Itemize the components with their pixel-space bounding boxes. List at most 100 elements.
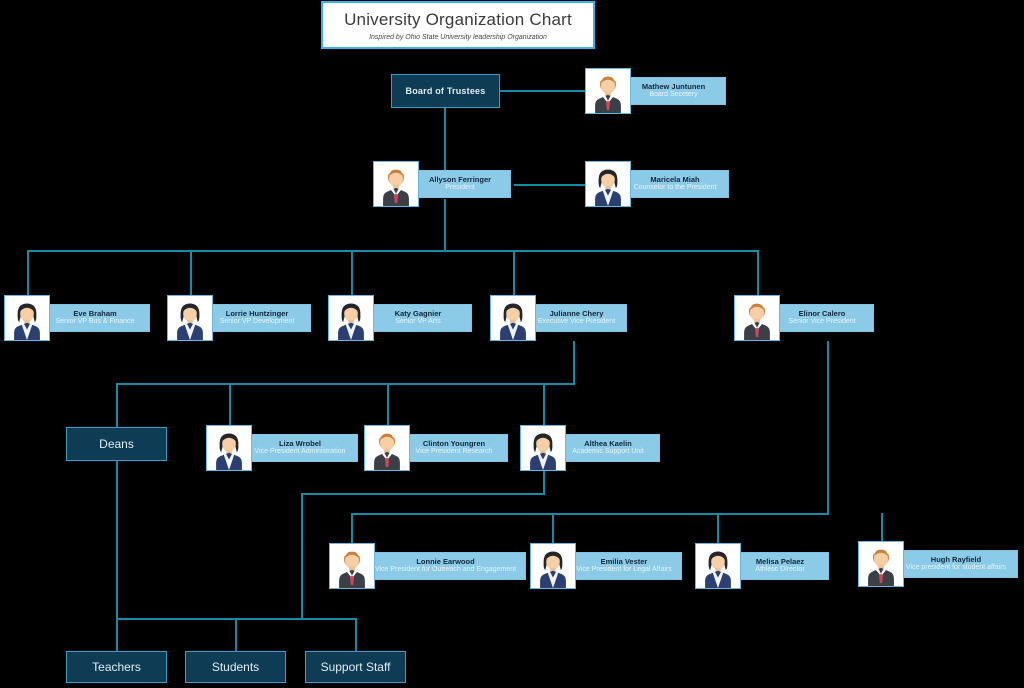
person-role: Vice President for Legal Affairs [576,566,672,574]
avatar-male-icon [373,161,419,207]
president-label: Allyson Ferringer President [409,170,511,198]
person-name: Emilia Vester [600,556,648,566]
avatar-female-icon [695,543,741,589]
connector-drop-vp-research [387,383,389,425]
node-support-staff[interactable]: Support Staff [305,651,406,683]
connector-trustees-secretary [500,90,586,92]
person-role: Athletic Director [755,566,805,574]
connector-outreach-column [301,493,303,619]
connector-drop-deans [116,383,118,427]
person-role: Vice president for student affairs [905,564,1007,572]
person-role: Academic Support Unit [572,448,644,456]
person-name: Clinton Youngren [422,438,486,448]
person-role: Senior VP Bus & Finance [55,318,135,326]
person-role: Senior Vice President [788,318,856,326]
avatar-male-icon [734,295,780,341]
node-students[interactable]: Students [185,651,286,683]
connector-deans-column [116,461,118,619]
connector-president-vpbus-drop [444,199,446,251]
avatar-female-icon [167,295,213,341]
vp-legal-label: Emilia Vester Vice President for Legal A… [566,552,682,580]
person-role: Senior VP Development [219,318,295,326]
connector-drop-vp-student [881,513,883,543]
connector-drop-vp-legal [552,513,554,545]
connector-president-counselor [514,184,586,186]
person-role: President [445,184,475,192]
person-name: Althea Kaelin [584,438,632,448]
connector-svp-drop [827,341,829,514]
connector-drop-svp [757,250,759,295]
avatar-female-icon [4,295,50,341]
evp-label: Julianne Chery Executive Vice President [526,304,627,332]
org-chart-canvas: University Organization Chart Inspired b… [0,0,1024,688]
person-name: Eve Braham [73,308,117,318]
academic-support-label: Althea Kaelin Academic Support Unit [556,434,660,462]
page-subtitle: Inspired by Ohio State University leader… [369,33,547,41]
connector-vp-bus [27,250,758,252]
person-role: Board Secetery [649,91,698,99]
connector-drop-athletic [717,513,719,545]
vp-admin-label: Liza Wrobel Vice President Administratio… [242,434,358,462]
connector-drop-vp-arts [351,250,353,295]
person-name: Maricela Miah [650,174,700,184]
avatar-female-icon [520,425,566,471]
vp-development-label: Lorrie Huntzinger Senior VP Development [203,304,311,332]
athletic-director-label: Melisa Pelaez Athletic Director [731,552,829,580]
node-deans-label: Deans [99,437,134,451]
person-role: Vice President Administration [254,448,346,456]
person-role: Vice President for Outreach and Engageme… [374,566,517,574]
page-title: University Organization Chart [344,9,572,29]
node-board-of-trustees[interactable]: Board of Trustees [391,74,500,108]
chart-title-box: University Organization Chart Inspired b… [321,1,595,49]
connector-drop-teachers [116,618,118,651]
connector-drop-students [235,618,237,651]
person-name: Lorrie Huntzinger [225,308,289,318]
connector-evp-drop [573,341,575,384]
person-name: Mathew Juntunen [641,81,706,91]
person-name: Katy Gagnier [394,308,442,318]
node-deans[interactable]: Deans [66,427,167,461]
person-name: Elinor Calero [798,308,846,318]
svp-label: Elinor Calero Senior Vice President [770,304,874,332]
person-name: Allyson Ferringer [428,174,492,184]
connector-drop-vp-outreach [351,513,353,545]
person-role: Executive Vice President [537,318,616,326]
person-name: Lonnie Earwood [416,556,475,566]
counselor-label: Maricela Miah Counselor to the President [621,170,729,198]
avatar-female-icon [328,295,374,341]
connector-drop-academic-support [543,383,545,425]
node-support-staff-label: Support Staff [320,660,391,674]
avatar-female-icon [585,161,631,207]
connector-drop-vp-development [190,250,192,295]
person-role: Vice President Research [415,448,493,456]
connector-drop-vp-admin [229,383,231,425]
vp-research-label: Clinton Youngren Vice President Research [400,434,508,462]
avatar-male-icon [364,425,410,471]
person-role: Senior VP Arts [395,318,441,326]
node-teachers[interactable]: Teachers [66,651,167,683]
avatar-female-icon [206,425,252,471]
connector-drop-evp [513,250,515,295]
person-name: Liza Wrobel [279,438,321,448]
connector-academic-support-left [301,493,545,495]
avatar-female-icon [530,543,576,589]
avatar-male-icon [329,543,375,589]
vp-outreach-label: Lonnie Earwood Vice President for Outrea… [365,552,526,580]
person-name: Hugh Rayfield [930,554,982,564]
connector-drop-vp-busfinance [27,250,29,295]
avatar-male-icon [585,68,631,114]
avatar-female-icon [490,295,536,341]
avatar-male-icon [858,541,904,587]
person-name: Julianne Chery [549,308,604,318]
connector-academic-support-drop [543,471,545,495]
person-role: Counselor to the President [633,184,717,192]
vp-bus-finance-label: Eve Braham Senior VP Bus & Finance [40,304,150,332]
node-board-of-trustees-label: Board of Trustees [405,86,486,96]
connector-drop-support-staff [355,618,357,651]
vp-student-affairs-label: Hugh Rayfield Vice president for student… [894,550,1018,578]
person-name: Melisa Pelaez [755,556,805,566]
connector-row4-bus [116,383,575,385]
node-teachers-label: Teachers [92,660,141,674]
vp-arts-label: Katy Gagnier Senior VP Arts [364,304,472,332]
board-secretary-label: Mathew Juntunen Board Secetery [621,77,726,105]
